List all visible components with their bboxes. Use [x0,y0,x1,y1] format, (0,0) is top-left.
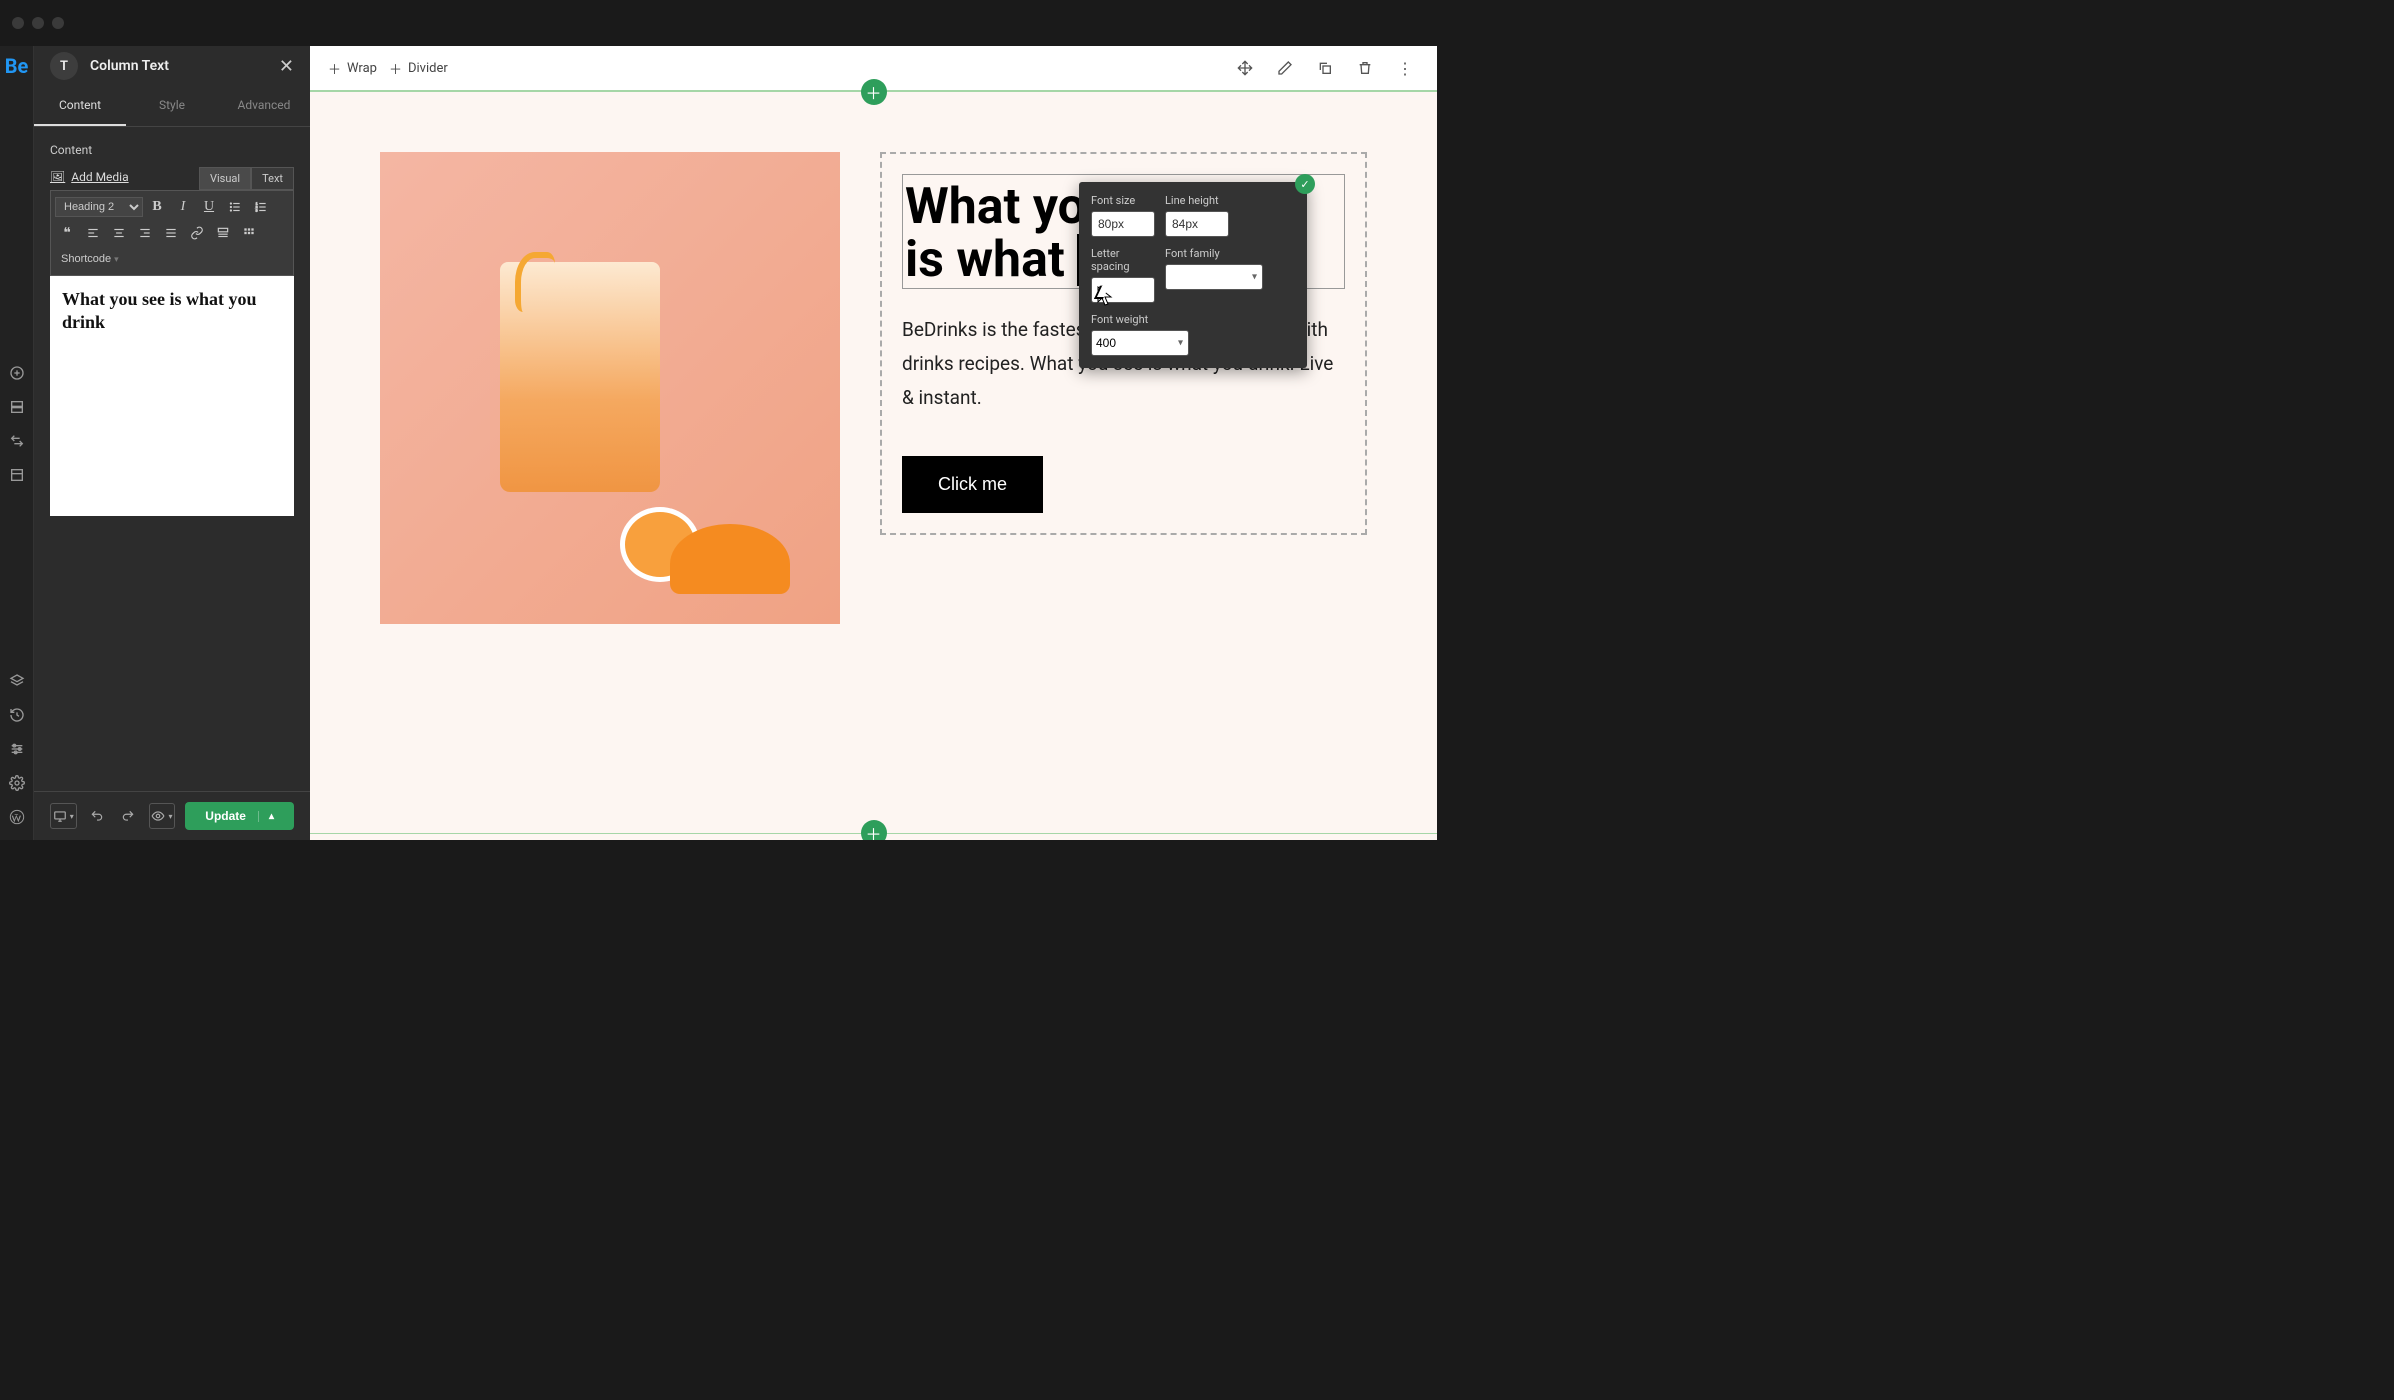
add-section-top-button[interactable]: ＋ [861,79,887,105]
panel-body: Content 🖼 Add Media Visual Text Heading [34,127,310,791]
tab-style[interactable]: Style [126,86,218,126]
tab-content[interactable]: Content [34,86,126,126]
panel-type-icon: T [50,52,78,80]
panel-title: Column Text [90,58,267,74]
app-window: Be T Column Text ✕ Content Style Ad [0,0,1437,840]
close-traffic-light[interactable] [12,17,24,29]
font-size-label: Font size [1091,194,1155,207]
letter-spacing-label: Letter spacing [1091,247,1155,273]
orange-peel-graphic [515,252,555,312]
line-height-input[interactable] [1165,211,1229,237]
clone-icon[interactable] [1311,54,1339,82]
bullet-list-button[interactable] [223,195,247,219]
brand-logo[interactable]: Be [5,46,29,96]
maximize-traffic-light[interactable] [52,17,64,29]
wysiwyg-toolbar: Heading 2 B I U 123 ❝ [50,190,294,276]
sidebar-footer: Update▴ [34,791,310,840]
plus-icon: ＋ [328,59,341,78]
format-select[interactable]: Heading 2 [55,197,143,217]
sliders-icon[interactable] [2,734,32,764]
line-height-label: Line height [1165,194,1229,207]
editor-tab-visual[interactable]: Visual [199,167,251,190]
tab-advanced[interactable]: Advanced [218,86,310,126]
font-weight-field: Font weight 400 [1091,313,1189,356]
bold-button[interactable]: B [145,195,169,219]
font-weight-select[interactable]: 400 [1091,330,1189,356]
sidebar: T Column Text ✕ Content Style Advanced C… [34,46,310,840]
minimize-traffic-light[interactable] [32,17,44,29]
font-family-field: Font family [1165,247,1263,303]
settings-icon[interactable] [2,768,32,798]
heading-line-2a: is what [905,231,1077,289]
orange-wedge-graphic [670,524,790,594]
undo-button[interactable] [87,804,108,828]
font-weight-label: Font weight [1091,313,1189,326]
font-size-input[interactable] [1091,211,1155,237]
typography-popover: ✓ Font size Line height Letter spacing F… [1079,182,1307,368]
delete-icon[interactable] [1351,54,1379,82]
left-rail: Be [0,46,34,840]
section-label: Content [50,143,294,157]
blockquote-button[interactable]: ❝ [55,221,79,245]
canvas[interactable]: ◂ ＋Wrap ＋Divider ⋮ ＋ [310,46,1437,840]
media-icon: 🖼 [50,170,65,184]
update-button[interactable]: Update▴ [185,802,294,830]
add-tool-icon[interactable] [2,358,32,388]
more-icon[interactable]: ⋮ [1391,54,1419,82]
close-icon[interactable]: ✕ [279,56,294,77]
editor-tab-text[interactable]: Text [251,167,294,190]
editor-body[interactable]: What you see is what you drink [50,276,294,516]
move-icon[interactable] [1231,54,1259,82]
align-left-button[interactable] [81,221,105,245]
underline-button[interactable]: U [197,195,221,219]
panel-tabs: Content Style Advanced [34,86,310,127]
line-height-field: Line height [1165,194,1229,237]
shortcode-button[interactable]: Shortcode▾ [55,247,125,271]
svg-text:3: 3 [256,209,258,213]
edit-icon[interactable] [1271,54,1299,82]
redo-button[interactable] [118,804,139,828]
letter-spacing-input[interactable] [1091,277,1155,303]
accept-icon[interactable]: ✓ [1295,174,1315,194]
add-media-label: Add Media [71,170,128,184]
numbered-list-button[interactable]: 123 [249,195,273,219]
more-button[interactable] [211,221,235,245]
panel-header: T Column Text ✕ [34,46,310,86]
wordpress-icon[interactable] [2,802,32,832]
align-right-button[interactable] [133,221,157,245]
cta-button[interactable]: Click me [902,456,1043,513]
layout-tool-icon[interactable] [2,460,32,490]
history-icon[interactable] [2,700,32,730]
add-section-bottom-button[interactable]: ＋ [861,820,887,840]
toolbar-toggle-button[interactable] [237,221,261,245]
align-center-button[interactable] [107,221,131,245]
letter-spacing-field: Letter spacing [1091,247,1155,303]
wrap-button[interactable]: ＋Wrap [328,59,377,78]
titlebar [0,0,1437,46]
plus-icon: ＋ [389,59,402,78]
font-family-label: Font family [1165,247,1263,260]
viewport-button[interactable] [50,803,77,829]
font-family-select[interactable] [1165,264,1263,290]
editor-mode-tabs: Visual Text [199,167,294,190]
image-column[interactable] [380,152,840,624]
font-size-field: Font size [1091,194,1155,237]
section-tool-icon[interactable] [2,392,32,422]
divider-button[interactable]: ＋Divider [389,59,448,78]
add-media-button[interactable]: 🖼 Add Media [50,170,129,184]
preview-button[interactable] [149,803,176,829]
link-button[interactable] [185,221,209,245]
content-row: What you see is what you drink BeDrinks … [310,92,1437,684]
swap-tool-icon[interactable] [2,426,32,456]
italic-button[interactable]: I [171,195,195,219]
layers-icon[interactable] [2,666,32,696]
align-justify-button[interactable] [159,221,183,245]
main-area: Be T Column Text ✕ Content Style Ad [0,46,1437,840]
